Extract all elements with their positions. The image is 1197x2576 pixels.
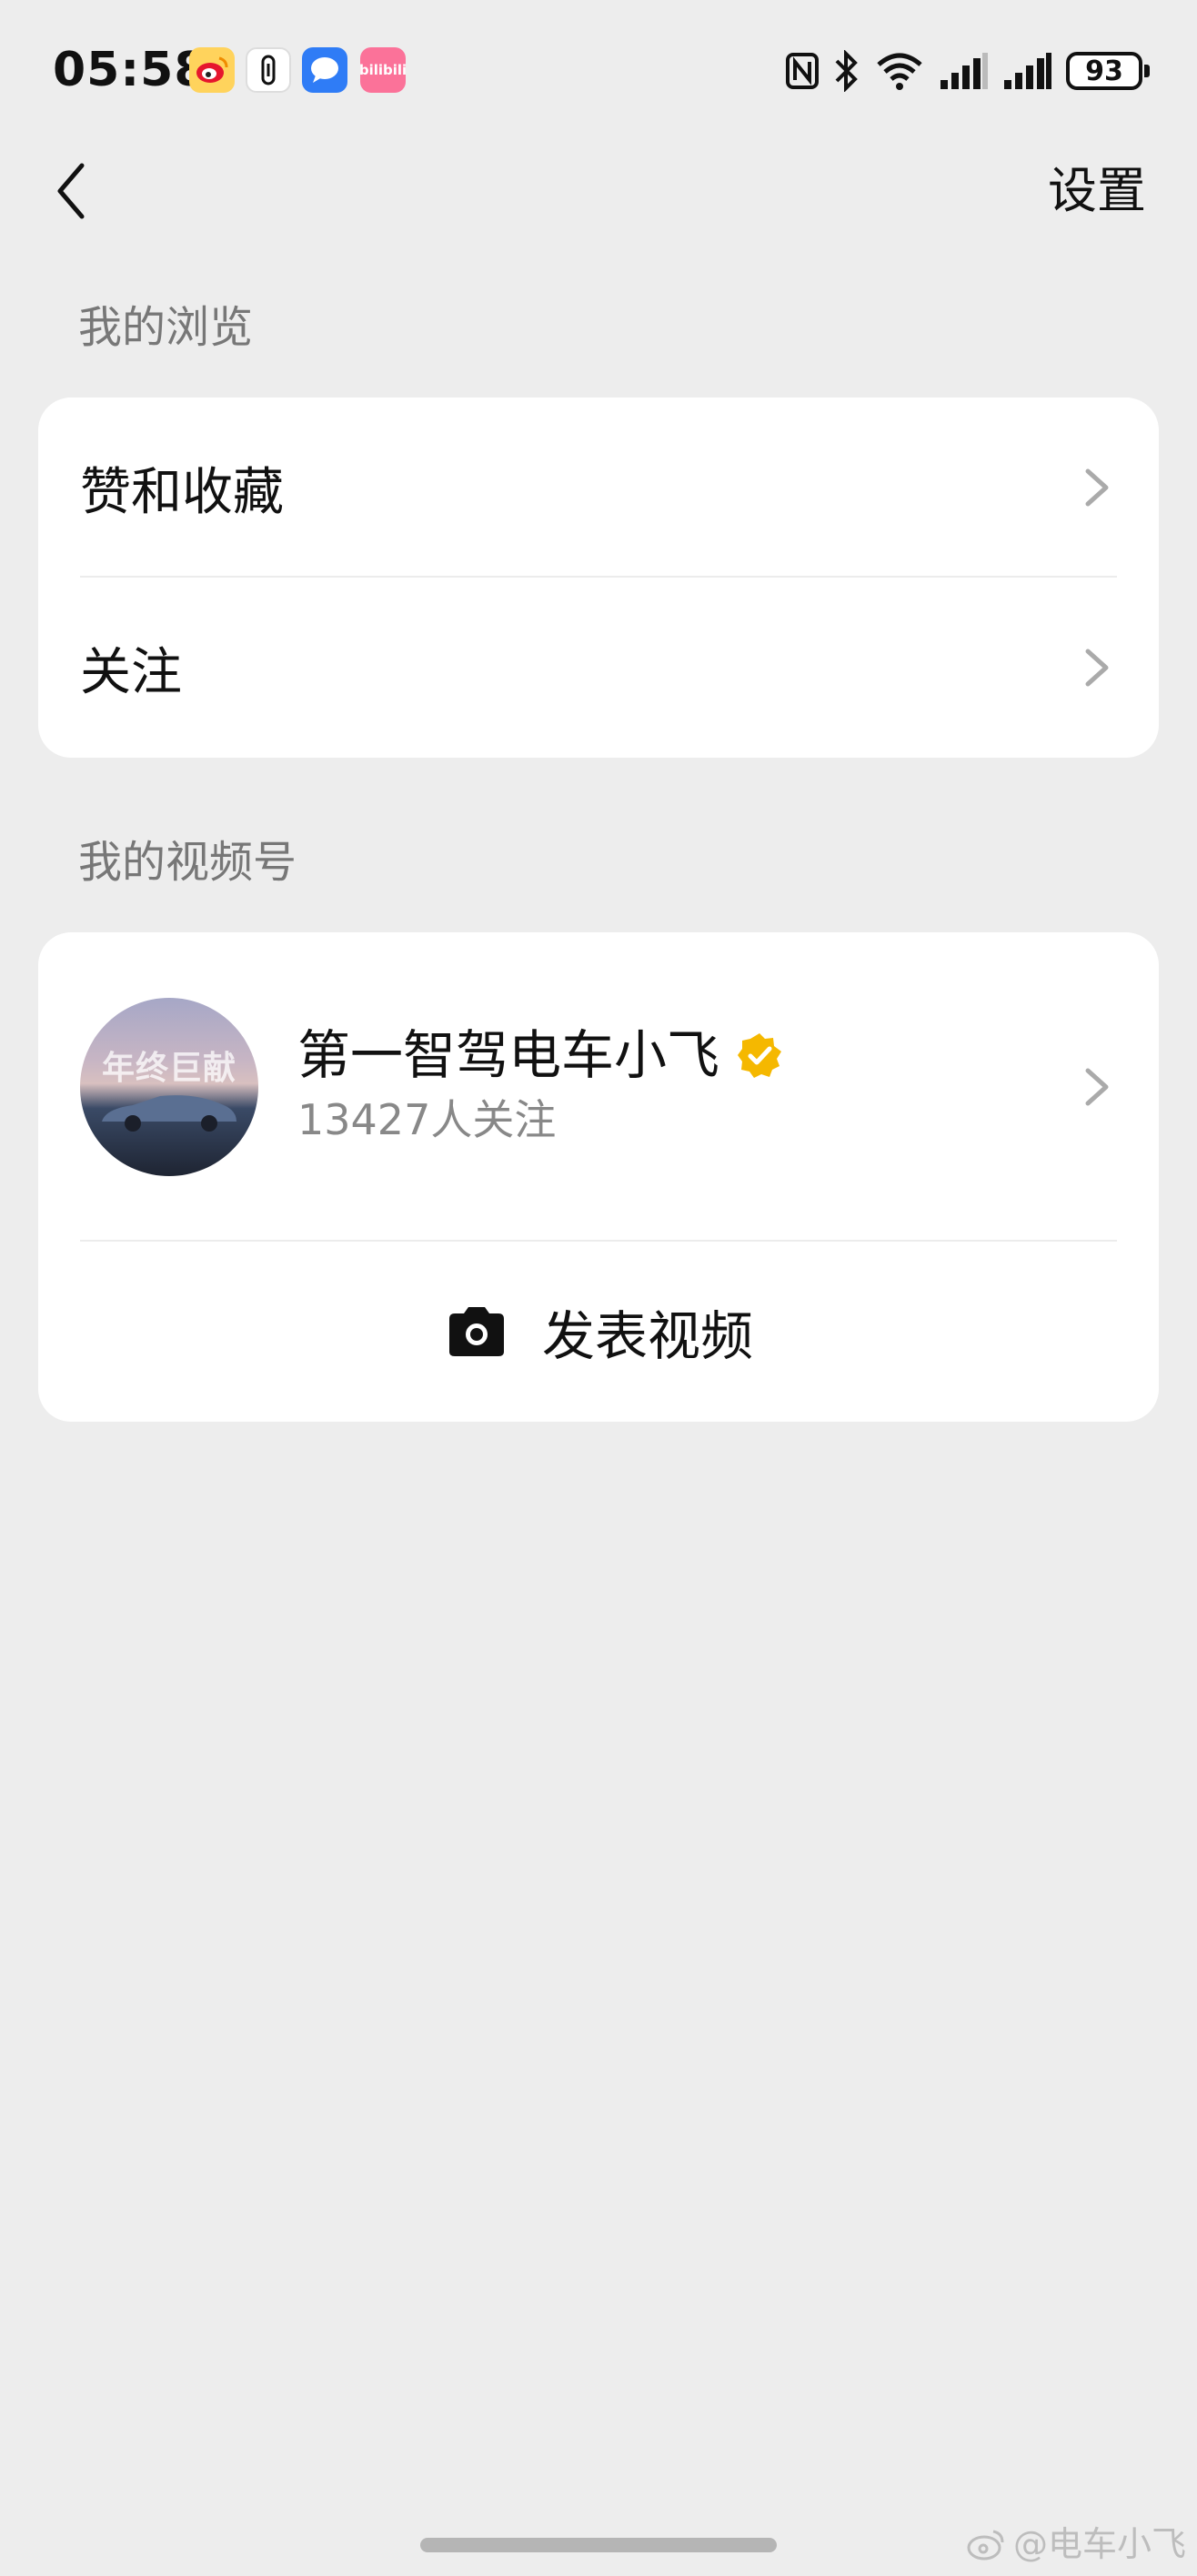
battery-indicator: 93 <box>1066 52 1150 90</box>
bilibili-text: bilibili <box>358 62 407 78</box>
status-time: 05:58 <box>53 43 208 97</box>
back-arrow-icon <box>57 163 85 219</box>
publish-video-button[interactable]: 发表视频 <box>38 1242 1159 1422</box>
camera-icon <box>448 1307 504 1356</box>
bilibili-icon: bilibili <box>358 47 407 93</box>
channel-name: 第一智驾电车小飞 <box>297 1023 783 1087</box>
chevron-right-icon <box>1085 468 1109 507</box>
publish-video-label: 发表视频 <box>541 1305 753 1367</box>
avatar-text: 年终巨献 <box>101 1050 236 1087</box>
verified-badge-icon <box>738 1033 782 1078</box>
message-icon <box>302 47 347 93</box>
browse-section-title: 我的浏览 <box>78 302 254 353</box>
channel-profile-row[interactable]: 年终巨献 第一智驾电车小飞 13427人关注 <box>38 932 1159 1242</box>
back-button[interactable] <box>44 155 98 227</box>
avatar: 年终巨献 <box>80 998 258 1176</box>
channel-card: 年终巨献 第一智驾电车小飞 13427人关注 发表视频 <box>38 932 1159 1422</box>
chevron-right-icon <box>1085 1068 1109 1106</box>
settings-button[interactable]: 设置 <box>1048 159 1146 223</box>
bluetooth-icon <box>835 50 858 92</box>
weibo-watermark-icon <box>967 2530 1004 2561</box>
nfc-icon <box>786 53 819 89</box>
signal-1-icon <box>940 53 988 89</box>
following-row[interactable]: 关注 <box>38 578 1159 758</box>
signal-2-icon <box>1004 53 1051 89</box>
browse-card: 赞和收藏 关注 <box>38 397 1159 758</box>
watermark: @电车小飞 <box>966 2521 1186 2567</box>
channel-name-text: 第一智驾电车小飞 <box>297 1024 720 1086</box>
car-image <box>102 1095 236 1132</box>
weibo-icon <box>189 47 235 93</box>
channel-followers: 13427人关注 <box>297 1095 557 1144</box>
wifi-icon <box>877 53 922 90</box>
watermark-text: @电车小飞 <box>1012 2524 1186 2564</box>
likes-favorites-label: 赞和收藏 <box>80 462 284 522</box>
screen: 05:58 bilibili 93 设置 我的浏览 赞和收藏 关注 我的视频号 … <box>0 0 1197 2576</box>
channel-section-title: 我的视频号 <box>78 837 297 888</box>
chevron-right-icon <box>1085 649 1109 687</box>
vpn-key-icon <box>246 47 291 93</box>
status-indicators: 93 <box>784 45 1150 96</box>
following-label: 关注 <box>80 642 182 702</box>
likes-favorites-row[interactable]: 赞和收藏 <box>38 397 1159 578</box>
home-indicator[interactable] <box>420 2538 777 2552</box>
battery-level: 93 <box>1085 55 1123 87</box>
